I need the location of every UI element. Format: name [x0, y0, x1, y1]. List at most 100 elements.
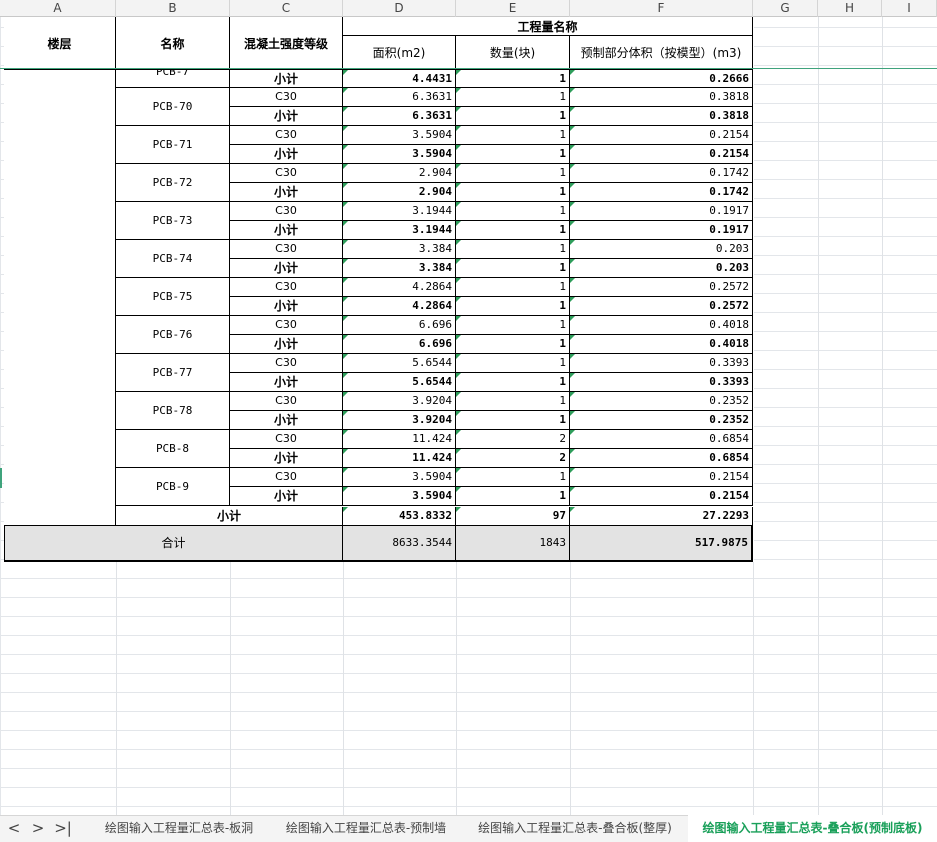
next-sheet-button[interactable]: > [27, 815, 49, 842]
header-volume[interactable]: 预制部分体积（按模型）(m3) [570, 36, 753, 70]
volume-cell[interactable]: 0.203 [570, 240, 753, 259]
subtotal-volume-cell[interactable]: 0.4018 [570, 335, 753, 354]
subtotal-volume-cell[interactable]: 0.203 [570, 259, 753, 278]
header-floor[interactable]: 楼层 [4, 17, 116, 70]
floor-subtotal-area[interactable]: 453.8332 [343, 507, 456, 526]
floor-subtotal-count[interactable]: 97 [456, 507, 570, 526]
subtotal-volume-cell[interactable]: 0.2572 [570, 297, 753, 316]
count-cell[interactable]: 1 [456, 316, 570, 335]
count-cell[interactable]: 1 [456, 392, 570, 411]
count-cell[interactable]: 1 [456, 126, 570, 145]
volume-cell[interactable]: 0.2572 [570, 278, 753, 297]
header-count[interactable]: 数量(块) [456, 36, 570, 70]
grade-cell[interactable]: C30 [230, 392, 343, 411]
grade-cell[interactable]: C30 [230, 202, 343, 221]
area-cell[interactable]: 3.5904 [343, 468, 456, 487]
area-cell[interactable]: 4.2864 [343, 278, 456, 297]
sheet-tab-2[interactable]: 绘图输入工程量汇总表-预制墙 [270, 815, 462, 842]
floor-subtotal-label[interactable]: 小计 [116, 507, 343, 526]
volume-cell[interactable]: 0.2352 [570, 392, 753, 411]
grade-cell[interactable]: C30 [230, 278, 343, 297]
count-cell[interactable]: 1 [456, 278, 570, 297]
component-name-cell[interactable]: PCB-73 [116, 202, 230, 240]
subtotal-count-cell[interactable]: 1 [456, 411, 570, 430]
subtotal-label-cell[interactable]: 小计 [230, 411, 343, 430]
subtotal-label-cell[interactable]: 小计 [230, 335, 343, 354]
column-header-i[interactable]: I [882, 0, 937, 17]
column-header-g[interactable]: G [753, 0, 818, 17]
subtotal-volume-cell[interactable]: 0.1917 [570, 221, 753, 240]
area-cell[interactable]: 3.1944 [343, 202, 456, 221]
subtotal-label-cell[interactable]: 小计 [230, 183, 343, 202]
grand-total-volume[interactable]: 517.9875 [570, 526, 753, 562]
sheet-tab-1[interactable]: 绘图输入工程量汇总表-板洞 [88, 815, 270, 842]
subtotal-label-cell[interactable]: 小计 [230, 259, 343, 278]
subtotal-area-cell[interactable]: 4.2864 [343, 297, 456, 316]
subtotal-area-cell[interactable]: 3.5904 [343, 487, 456, 506]
component-name-cell[interactable]: PCB-9 [116, 468, 230, 506]
subtotal-volume-cell[interactable]: 0.6854 [570, 449, 753, 468]
subtotal-count-cell[interactable]: 1 [456, 335, 570, 354]
subtotal-volume-cell[interactable]: 0.2154 [570, 487, 753, 506]
subtotal-volume-cell[interactable]: 0.1742 [570, 183, 753, 202]
subtotal-volume-cell[interactable]: 0.3818 [570, 107, 753, 126]
area-cell[interactable]: 3.384 [343, 240, 456, 259]
last-sheet-button[interactable]: >| [52, 815, 74, 842]
subtotal-label-cell[interactable]: 小计 [230, 221, 343, 240]
subtotal-label-cell[interactable]: 小计 [230, 487, 343, 506]
header-area[interactable]: 面积(m2) [343, 36, 456, 70]
grade-cell[interactable]: C30 [230, 126, 343, 145]
header-grade[interactable]: 混凝土强度等级 [230, 17, 343, 70]
column-header-a[interactable]: A [0, 0, 116, 17]
component-name-cell[interactable]: PCB-78 [116, 392, 230, 430]
component-name-cell[interactable]: PCB-76 [116, 316, 230, 354]
grade-cell[interactable]: C30 [230, 468, 343, 487]
subtotal-volume-cell[interactable]: 0.3393 [570, 373, 753, 392]
prev-sheet-button[interactable]: < [3, 815, 25, 842]
subtotal-area-cell[interactable]: 3.5904 [343, 145, 456, 164]
volume-cell[interactable]: 0.2154 [570, 126, 753, 145]
count-cell[interactable]: 1 [456, 70, 570, 88]
name-cell-partial[interactable]: PCB-7 [116, 70, 230, 88]
volume-cell[interactable]: 0.1742 [570, 164, 753, 183]
volume-cell[interactable]: 0.3818 [570, 88, 753, 107]
count-cell[interactable]: 2 [456, 430, 570, 449]
column-header-d[interactable]: D [343, 0, 456, 17]
header-quantity-group[interactable]: 工程量名称 [343, 17, 753, 36]
subtotal-volume-cell[interactable]: 0.2352 [570, 411, 753, 430]
sheet-tab-4[interactable]: 绘图输入工程量汇总表-叠合板(预制底板) [688, 815, 937, 842]
subtotal-area-cell[interactable]: 2.904 [343, 183, 456, 202]
subtotal-count-cell[interactable]: 1 [456, 259, 570, 278]
subtotal-volume-cell[interactable]: 0.2154 [570, 145, 753, 164]
subtotal-area-cell[interactable]: 3.384 [343, 259, 456, 278]
count-cell[interactable]: 1 [456, 202, 570, 221]
floor-subtotal-volume[interactable]: 27.2293 [570, 507, 753, 526]
grade-cell[interactable]: 小计 [230, 70, 343, 88]
area-cell[interactable]: 5.6544 [343, 354, 456, 373]
area-cell[interactable]: 11.424 [343, 430, 456, 449]
volume-cell[interactable]: 0.3393 [570, 354, 753, 373]
volume-cell[interactable]: 0.2666 [570, 70, 753, 88]
grade-cell[interactable]: C30 [230, 430, 343, 449]
grade-cell[interactable]: C30 [230, 316, 343, 335]
area-cell[interactable]: 3.5904 [343, 126, 456, 145]
subtotal-label-cell[interactable]: 小计 [230, 145, 343, 164]
subtotal-area-cell[interactable]: 11.424 [343, 449, 456, 468]
count-cell[interactable]: 1 [456, 354, 570, 373]
subtotal-count-cell[interactable]: 1 [456, 221, 570, 240]
count-cell[interactable]: 1 [456, 88, 570, 107]
component-name-cell[interactable]: PCB-70 [116, 88, 230, 126]
subtotal-area-cell[interactable]: 6.696 [343, 335, 456, 354]
subtotal-count-cell[interactable]: 1 [456, 107, 570, 126]
subtotal-area-cell[interactable]: 3.9204 [343, 411, 456, 430]
area-cell[interactable]: 2.904 [343, 164, 456, 183]
sheet-tab-3[interactable]: 绘图输入工程量汇总表-叠合板(整厚) [462, 815, 688, 842]
count-cell[interactable]: 1 [456, 164, 570, 183]
column-header-b[interactable]: B [116, 0, 230, 17]
component-name-cell[interactable]: PCB-77 [116, 354, 230, 392]
subtotal-label-cell[interactable]: 小计 [230, 449, 343, 468]
component-name-cell[interactable]: PCB-75 [116, 278, 230, 316]
area-cell[interactable]: 4.4431 [343, 70, 456, 88]
column-header-c[interactable]: C [230, 0, 343, 17]
grade-cell[interactable]: C30 [230, 164, 343, 183]
